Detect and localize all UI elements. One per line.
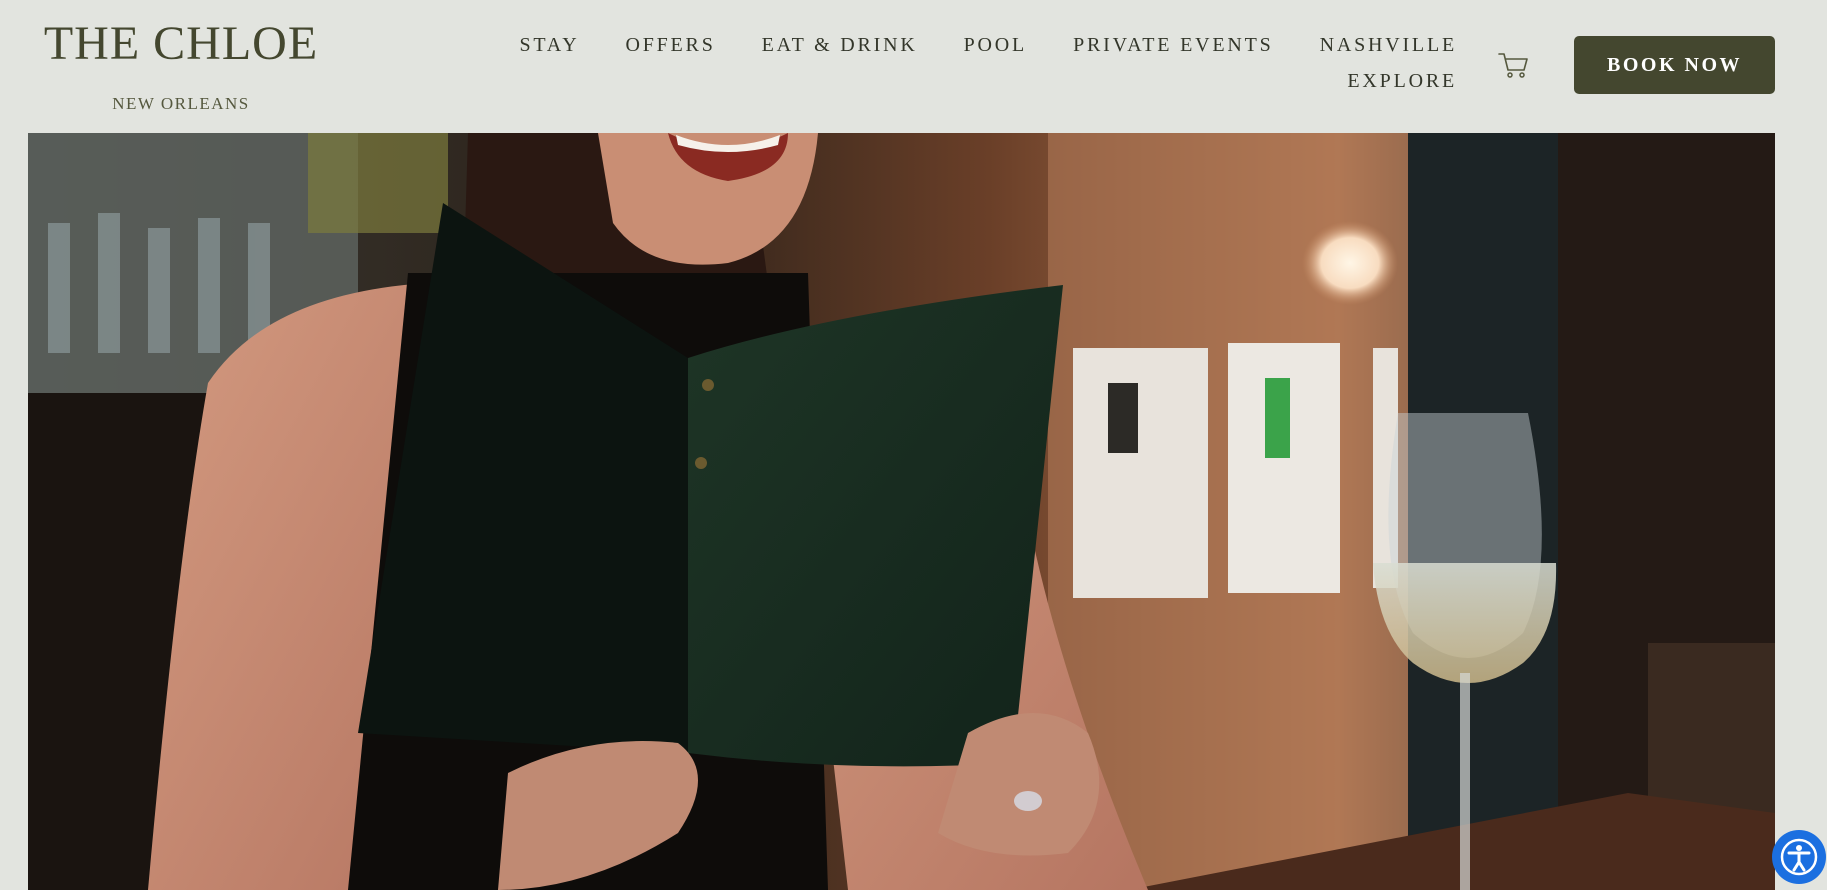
accessibility-icon[interactable] <box>1772 830 1826 884</box>
hero-illustration <box>28 133 1775 890</box>
nav-item-nashville[interactable]: NASHVILLE <box>1320 34 1457 70</box>
nav-row-1: STAY OFFERS EAT & DRINK POOL PRIVATE EVE… <box>457 34 1457 70</box>
logo[interactable]: THE CHLOE NEW ORLEANS <box>30 20 332 114</box>
logo-subtitle: NEW ORLEANS <box>112 94 250 113</box>
nav-item-explore[interactable]: EXPLORE <box>1347 70 1457 106</box>
nav-row-2: EXPLORE <box>457 70 1457 106</box>
cart-icon[interactable] <box>1497 50 1531 80</box>
main-nav: STAY OFFERS EAT & DRINK POOL PRIVATE EVE… <box>457 34 1457 106</box>
nav-item-pool[interactable]: POOL <box>964 34 1027 70</box>
nav-item-eat-drink[interactable]: EAT & DRINK <box>762 34 918 70</box>
page: THE CHLOE NEW ORLEANS STAY OFFERS EAT & … <box>0 0 1827 890</box>
hero-image <box>28 133 1775 890</box>
logo-title: THE CHLOE <box>43 17 319 70</box>
book-now-button[interactable]: BOOK NOW <box>1574 36 1775 94</box>
nav-item-stay[interactable]: STAY <box>519 34 579 70</box>
nav-item-private-events[interactable]: PRIVATE EVENTS <box>1073 34 1274 70</box>
site-header: THE CHLOE NEW ORLEANS STAY OFFERS EAT & … <box>0 0 1827 133</box>
nav-item-offers[interactable]: OFFERS <box>625 34 715 70</box>
